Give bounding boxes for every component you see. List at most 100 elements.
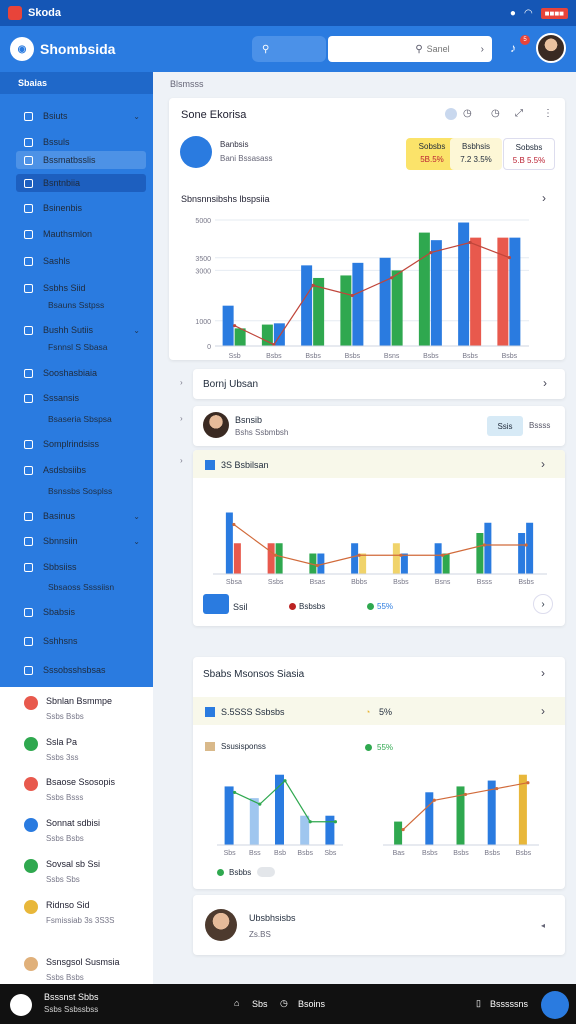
sidebar-item[interactable]: Bsiuts ⌄ bbox=[16, 107, 146, 125]
sidebar-item[interactable]: Sbabsis bbox=[16, 603, 146, 621]
sidebar-item[interactable]: Asdsbsiibs bbox=[16, 461, 146, 479]
x-tick-label: Sbsa bbox=[226, 579, 242, 586]
list-item-sub: Ssbs Bsbs bbox=[46, 973, 84, 982]
chevron-right-icon[interactable]: › bbox=[541, 457, 545, 471]
sidebar-item[interactable]: Sooshasbiaia bbox=[16, 364, 146, 382]
sidebar-item[interactable]: Bssuls bbox=[16, 133, 146, 151]
chevron-down-icon[interactable]: ⌄ bbox=[133, 112, 140, 121]
search-input[interactable] bbox=[426, 44, 477, 54]
chevron-right-icon[interactable]: › bbox=[542, 191, 546, 205]
clock-icon[interactable]: ◷ bbox=[463, 108, 472, 119]
trend-point bbox=[350, 293, 354, 298]
avatar[interactable] bbox=[205, 909, 237, 941]
sidebar-item[interactable]: Basinus ⌄ bbox=[16, 507, 146, 525]
bar bbox=[224, 786, 234, 845]
phone-icon[interactable]: ▯ bbox=[476, 998, 481, 1009]
report-sub-title: S.5SSS Ssbsbs bbox=[221, 707, 285, 717]
chevron-down-icon[interactable]: ⌄ bbox=[133, 326, 140, 335]
sidebar-item[interactable]: Bsinenbis bbox=[16, 199, 146, 217]
list-item[interactable]: Ridnso Sid Fsmissiab 3s 3S3S bbox=[24, 900, 114, 925]
sidebar-subitem[interactable]: Sbsaoss Ssssiisn bbox=[48, 582, 114, 592]
mic-button[interactable] bbox=[541, 991, 569, 1019]
chevron-down-icon[interactable]: ⌄ bbox=[133, 512, 140, 521]
trend-point bbox=[333, 820, 337, 824]
list-item[interactable]: Bsaose Ssosopis Ssbs Bsss bbox=[24, 777, 115, 802]
bar bbox=[267, 543, 275, 574]
sidebar-item[interactable]: Bsntnbiia bbox=[16, 174, 146, 192]
stats-card: 3S Bsbilsan › Sbsa Ssbs Bsas Bbbs Bsbs Bsns Bs… bbox=[193, 450, 565, 626]
sidebar-item[interactable]: Sssobsshsbsas bbox=[16, 661, 146, 679]
sidebar-item[interactable]: Sbnnsiin ⌄ bbox=[16, 532, 146, 550]
sidebar-item-label: Sshhsns bbox=[43, 636, 78, 646]
summary-title: Banbsis bbox=[220, 140, 249, 149]
x-tick-label: Bas bbox=[393, 850, 406, 857]
expand-icon[interactable]: ⤢ bbox=[515, 108, 523, 119]
sidebar-item[interactable]: Bssmatbsslis bbox=[16, 151, 146, 169]
search-button[interactable]: ⚲ bbox=[252, 36, 326, 62]
bell-icon[interactable]: ♪ bbox=[510, 41, 516, 55]
profile-extra[interactable]: Bssss bbox=[529, 421, 550, 430]
trend-point bbox=[390, 276, 394, 280]
sidebar-item-label: Somplrindsiss bbox=[43, 439, 100, 449]
sidebar-subitem[interactable]: Bsaseria Sbspsa bbox=[48, 414, 112, 424]
chevron-down-icon[interactable]: ⌄ bbox=[133, 537, 140, 546]
sidebar-item[interactable]: Sashls bbox=[16, 252, 146, 270]
stats-chart: Sbsa Ssbs Bsas Bbbs Bsbs Bsns Bsss Bsbs bbox=[213, 512, 547, 586]
bar bbox=[391, 270, 403, 346]
avatar[interactable] bbox=[203, 412, 229, 438]
chevron-right-icon[interactable]: › bbox=[541, 704, 545, 718]
list-item[interactable]: Sovsal sb Ssi Ssbs Sbs bbox=[24, 859, 100, 884]
more-icon[interactable]: ⋮ bbox=[543, 108, 553, 119]
list-item-title: Sbnlan Bsmmpe bbox=[46, 696, 113, 706]
breadcrumb[interactable]: Blsmsss bbox=[170, 79, 204, 89]
bar bbox=[400, 553, 408, 574]
sidebar-item[interactable]: Sbbsiiss bbox=[16, 558, 146, 576]
sidebar-subitem[interactable]: Bsnssbs Sosplss bbox=[48, 486, 112, 496]
clock-icon[interactable]: ◷ bbox=[280, 998, 288, 1009]
sidebar-item[interactable]: Sssansis bbox=[16, 389, 146, 407]
sidebar-heading: Sbaias bbox=[0, 72, 153, 94]
lock-icon[interactable] bbox=[10, 994, 32, 1016]
sidebar-lower: Sbnlan Bsmmpe Ssbs Bsbs Ssla Pa Ssbs 3ss Bsa… bbox=[0, 687, 153, 984]
chevron-right-icon: › bbox=[480, 43, 484, 55]
chevron-right-icon[interactable]: › bbox=[541, 666, 545, 680]
sidebar-item[interactable]: Somplrindsiss bbox=[16, 435, 146, 453]
bar bbox=[434, 543, 442, 574]
doc-icon bbox=[24, 155, 33, 165]
kpi-2[interactable]: Bsbhsis 7.2 3.5% bbox=[450, 138, 502, 170]
image-icon bbox=[24, 283, 33, 293]
bar bbox=[526, 522, 534, 574]
clock-icon[interactable]: ◷ bbox=[491, 108, 500, 119]
doc-icon bbox=[24, 665, 33, 675]
sidebar-item[interactable]: Bushh Sutiis ⌄ bbox=[16, 321, 146, 339]
avatar[interactable] bbox=[536, 33, 566, 63]
sidebar-subitem[interactable]: Fsnnsl S Sbasa bbox=[48, 342, 108, 352]
sidebar-item[interactable]: Ssbhs Siid bbox=[16, 279, 146, 297]
sidebar-item-label: Ssbhs Siid bbox=[43, 283, 86, 293]
bottom-item-1[interactable]: Sbs bbox=[252, 999, 268, 1009]
list-item[interactable]: Sbnlan Bsmmpe Ssbs Bsbs bbox=[24, 696, 112, 721]
kpi-3[interactable]: Sobsbs 5.B 5.5% bbox=[503, 138, 555, 170]
more-icon[interactable]: ◂ bbox=[541, 921, 545, 930]
chevron-right-icon[interactable]: › bbox=[543, 376, 547, 390]
logo-icon[interactable]: ◉ bbox=[10, 37, 34, 61]
wifi-icon: ◠ bbox=[523, 7, 533, 19]
x-tick-label: Bsbs bbox=[266, 353, 282, 360]
home-icon[interactable]: ⌂ bbox=[234, 998, 239, 1008]
legend-dot bbox=[365, 744, 372, 751]
sidebar-subitem[interactable]: Bsauns Sstpss bbox=[48, 300, 104, 310]
search-box[interactable]: ⚲ › bbox=[328, 36, 492, 62]
sidebar-item[interactable]: Sshhsns bbox=[16, 632, 146, 650]
profile-button[interactable]: Ssis bbox=[487, 416, 523, 436]
bottom-item-3[interactable]: Bsssssns bbox=[490, 999, 528, 1009]
list-item[interactable]: Ssla Pa Ssbs 3ss bbox=[24, 737, 78, 762]
section-row[interactable]: Bornj Ubsan › bbox=[193, 369, 565, 399]
list-item[interactable]: Ssnsgsol Susmsia Ssbs Bsbs bbox=[24, 957, 120, 982]
sidebar-item[interactable]: Mauthsmlon bbox=[16, 225, 146, 243]
toggle[interactable] bbox=[257, 867, 275, 877]
user-icon[interactable] bbox=[445, 108, 457, 120]
list-item[interactable]: Sonnat sdbisi Ssbs Bsbs bbox=[24, 818, 100, 843]
bottom-item-2[interactable]: Bsoins bbox=[298, 999, 325, 1009]
next-button[interactable]: › bbox=[533, 594, 553, 614]
sidebar-item-label: Bushh Sutiis bbox=[43, 325, 94, 335]
